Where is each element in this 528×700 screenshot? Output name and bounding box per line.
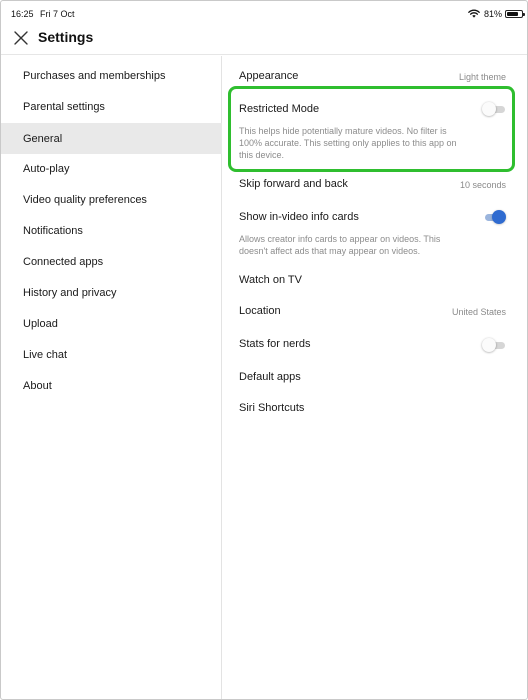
status-date: Fri 7 Oct (40, 9, 75, 19)
stats-for-nerds-title: Stats for nerds (239, 338, 311, 350)
watch-on-tv-title: Watch on TV (239, 274, 302, 286)
default-apps-title: Default apps (239, 371, 301, 383)
sidebar-item-label: Live chat (23, 349, 68, 361)
sidebar-item-label: About (23, 380, 52, 392)
battery-level-fill (507, 12, 519, 16)
info-cards-description: Allows creator info cards to appear on v… (239, 234, 441, 256)
sidebar-item-label: Connected apps (23, 256, 104, 268)
sidebar-item-live-chat[interactable]: Live chat (1, 339, 222, 370)
settings-header: Settings (1, 25, 527, 55)
page-title: Settings (38, 29, 94, 45)
sidebar-item-label: History and privacy (23, 287, 117, 299)
sidebar-item-label: Purchases and memberships (23, 70, 166, 82)
status-time: 16:25 (11, 9, 34, 19)
wifi-icon (468, 9, 480, 18)
location-title: Location (239, 305, 281, 317)
sidebar-item-general[interactable]: General (1, 123, 222, 154)
sidebar-item-label: Auto-play (23, 163, 70, 175)
skip-forward-back-title: Skip forward and back (239, 178, 348, 190)
sidebar-item-video-quality-preferences[interactable]: Video quality preferences (1, 184, 222, 215)
sidebar-item-label: Video quality preferences (23, 194, 147, 206)
appearance-title: Appearance (239, 70, 299, 82)
sidebar-item-label: Notifications (23, 225, 83, 237)
sidebar-item-upload[interactable]: Upload (1, 308, 222, 339)
sidebar-item-label: Parental settings (23, 101, 105, 113)
sidebar-item-notifications[interactable]: Notifications (1, 215, 222, 246)
battery-tip (523, 13, 525, 16)
toggle-knob (492, 210, 506, 224)
sidebar-item-auto-play[interactable]: Auto-play (1, 153, 222, 184)
toggle-knob (482, 338, 496, 352)
info-cards-title: Show in-video info cards (239, 211, 359, 223)
restricted-mode-description: This helps hide potentially mature video… (239, 126, 457, 160)
settings-window: 16:25 Fri 7 Oct 81% Settings Purchases a… (0, 0, 528, 700)
sidebar-item-label: Upload (23, 318, 58, 330)
general-settings-panel: Appearance Light theme Restricted Mode T… (223, 56, 527, 699)
sidebar-item-parental-settings[interactable]: Parental settings (1, 91, 222, 122)
close-icon[interactable] (13, 30, 29, 46)
toggle-knob (482, 102, 496, 116)
battery-icon (505, 10, 525, 18)
sidebar-item-purchases-and-memberships[interactable]: Purchases and memberships (1, 60, 222, 91)
battery-percent: 81% (484, 9, 503, 19)
restricted-mode-toggle[interactable] (482, 102, 506, 116)
sidebar-item-about[interactable]: About (1, 370, 222, 401)
sidebar-item-label: General (23, 133, 63, 145)
sidebar-item-connected-apps[interactable]: Connected apps (1, 246, 222, 277)
skip-forward-back-value: 10 seconds (459, 180, 506, 190)
stats-for-nerds-toggle[interactable] (482, 338, 506, 352)
restricted-mode-title: Restricted Mode (239, 103, 320, 115)
siri-shortcuts-title: Siri Shortcuts (239, 402, 305, 414)
location-value: United States (451, 307, 506, 317)
status-bar: 16:25 Fri 7 Oct 81% (1, 1, 527, 25)
settings-sidebar: Purchases and memberships Parental setti… (1, 56, 222, 699)
info-cards-toggle[interactable] (482, 210, 506, 224)
sidebar-item-history-and-privacy[interactable]: History and privacy (1, 277, 222, 308)
appearance-value: Light theme (458, 72, 506, 82)
